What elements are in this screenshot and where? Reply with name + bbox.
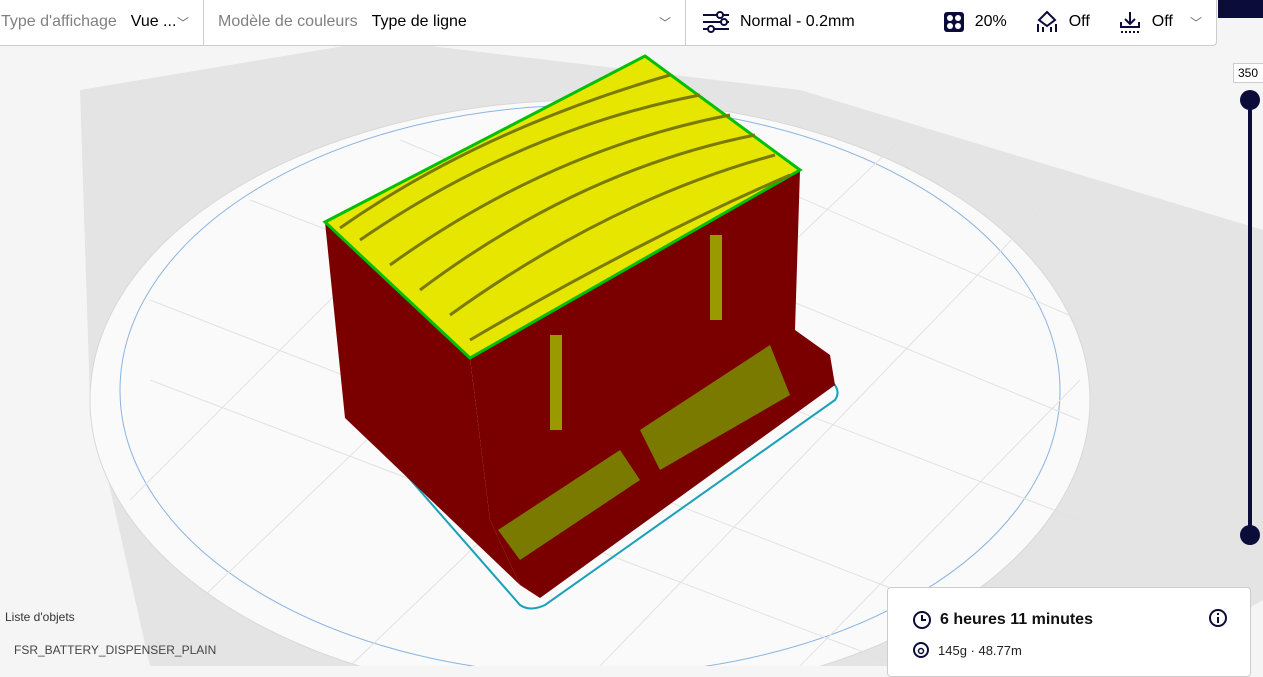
layer-slider-track[interactable] — [1248, 100, 1252, 535]
layer-slider-bottom-handle[interactable] — [1240, 525, 1260, 545]
chevron-down-icon: ﹀ — [176, 15, 189, 30]
color-scheme-dropdown[interactable]: Modèle de couleurs Type de ligne ﹀ — [204, 0, 686, 45]
support-icon — [1035, 10, 1059, 34]
sliders-icon — [702, 10, 730, 34]
layer-slider-top-handle[interactable] — [1240, 90, 1260, 110]
view-type-label: Type d'affichage — [1, 13, 117, 30]
infill-value: 20% — [974, 13, 1007, 30]
print-settings-button[interactable]: Normal - 0.2mm 20% Off Off ﹀ — [686, 0, 1216, 45]
adhesion-icon — [1118, 10, 1142, 34]
view-toolbar: Type d'affichage Vue ... ﹀ Modèle de cou… — [0, 0, 1217, 46]
material-usage: 145g · 48.77m — [938, 642, 1022, 658]
print-info-panel: 6 heures 11 minutes 145g · 48.77m — [887, 587, 1251, 677]
slot — [550, 335, 562, 430]
object-list-toggle[interactable]: Liste d'objets — [5, 610, 75, 624]
info-icon[interactable] — [1208, 608, 1228, 633]
print-time: 6 heures 11 minutes — [940, 611, 1093, 628]
color-scheme-value: Type de ligne — [371, 13, 467, 30]
profile-value: Normal - 0.2mm — [740, 13, 855, 30]
slot — [710, 235, 722, 320]
3d-viewport[interactable] — [0, 0, 1263, 666]
view-type-dropdown[interactable]: Type d'affichage Vue ... ﹀ — [0, 0, 204, 45]
layer-number-input[interactable]: 350 — [1233, 63, 1263, 83]
chevron-down-icon: ﹀ — [1189, 15, 1202, 30]
view-type-value: Vue ... — [130, 13, 177, 30]
color-scheme-label: Modèle de couleurs — [218, 13, 358, 30]
chevron-down-icon: ﹀ — [658, 15, 671, 30]
header-bar — [1218, 0, 1263, 18]
object-name: FSR_BATTERY_DISPENSER_PLAIN — [14, 643, 217, 657]
adhesion-value: Off — [1151, 13, 1173, 30]
clock-icon — [912, 610, 932, 630]
filament-spool-icon — [912, 641, 930, 659]
infill-icon — [943, 11, 965, 33]
support-value: Off — [1068, 13, 1090, 30]
